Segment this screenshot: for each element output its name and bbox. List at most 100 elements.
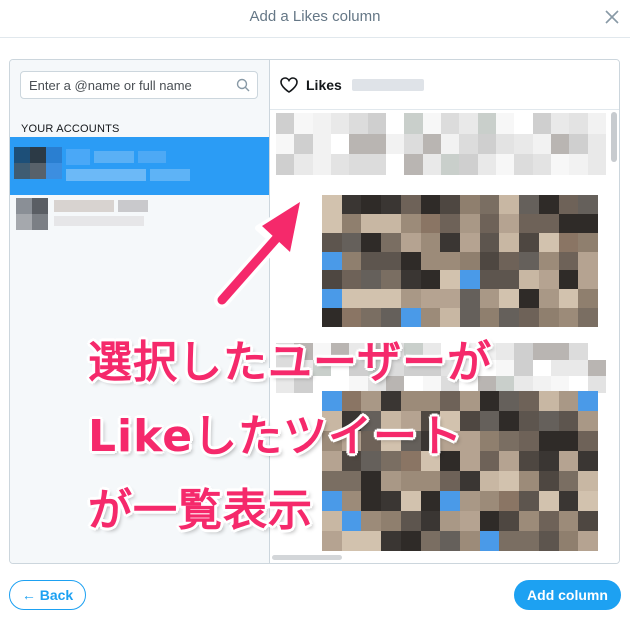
annotation-line-2: Likeしたツイート (88, 411, 464, 462)
blur-pixel (558, 451, 579, 471)
blur-pixel (459, 491, 480, 511)
blur-pixel (400, 471, 421, 491)
blur-pixel (276, 133, 295, 155)
vertical-scrollbar[interactable] (611, 112, 617, 162)
blur-pixel (538, 232, 559, 252)
blur-pixel (440, 471, 460, 491)
blur-pixel (420, 511, 441, 531)
account-item[interactable] (10, 196, 269, 230)
blur-pixel (459, 113, 478, 134)
blur-pixel (551, 359, 570, 377)
blur-pixel (479, 213, 500, 233)
blur-pixel (322, 308, 342, 327)
blur-pixel (381, 213, 401, 233)
blur-pixel (459, 195, 480, 214)
blur-pixel (312, 133, 331, 155)
blur-pixel (322, 195, 342, 214)
blur-pixel (499, 251, 520, 271)
blur-pixel (538, 431, 559, 451)
blur-pixel (386, 133, 405, 155)
blur-pixel (479, 471, 500, 491)
blur-pixel (538, 251, 559, 271)
blur-pixel (479, 411, 500, 431)
blur-pixel (341, 232, 362, 252)
blur-pixel (479, 232, 500, 252)
blur-pixel (578, 251, 598, 271)
blur-pixel (294, 113, 313, 134)
blur-pixel (331, 113, 350, 134)
blur-pixel (440, 289, 460, 309)
blur-pixel (558, 232, 579, 252)
annotation-line-3: が一覧表示 (88, 485, 313, 536)
blur-pixel (499, 289, 520, 309)
blur-pixel (381, 270, 401, 290)
blur-pixel (499, 391, 520, 411)
blur-pixel (578, 213, 598, 233)
blur-pixel (558, 213, 579, 233)
blur-pixel (331, 154, 350, 175)
blur-pixel (578, 232, 598, 252)
blur-pixel (519, 491, 539, 511)
search-box[interactable] (20, 71, 258, 99)
blur-pixel (459, 308, 480, 327)
back-button[interactable]: ← Back (9, 580, 86, 610)
blur-pixel (322, 213, 342, 233)
blur-pixel (578, 391, 598, 411)
blur-pixel (440, 213, 460, 233)
blur-pixel (420, 308, 441, 327)
search-input[interactable] (29, 72, 229, 98)
blur-pixel (381, 511, 401, 531)
blur-pixel (341, 270, 362, 290)
blur-pixel (532, 154, 551, 175)
blur-pixel (479, 270, 500, 290)
blur-pixel (331, 133, 350, 155)
blur-pixel (499, 213, 520, 233)
blur-pixel (441, 154, 460, 175)
blur-pixel (519, 213, 539, 233)
blur-pixel (322, 491, 342, 511)
blur-pixel (587, 113, 606, 134)
blur-pixel (532, 359, 551, 377)
blur-pixel (312, 113, 331, 134)
blur-pixel (496, 133, 515, 155)
modal-title: Add a Likes column (249, 8, 381, 25)
blur-pixel (479, 289, 500, 309)
blur-pixel (514, 343, 533, 360)
blur-pixel (367, 133, 386, 155)
blur-pixel (400, 289, 421, 309)
blur-pixel (294, 133, 313, 155)
tweet-blurred (276, 113, 606, 175)
blur-pixel (477, 133, 496, 155)
blur-pixel (420, 270, 441, 290)
close-icon[interactable] (602, 7, 622, 27)
blur-pixel (422, 113, 441, 134)
blur-pixel (479, 511, 500, 531)
blur-pixel (361, 511, 382, 531)
blur-pixel (422, 133, 441, 155)
blur-pixel (558, 511, 579, 531)
blur-pixel (519, 289, 539, 309)
account-item-selected[interactable] (10, 137, 269, 195)
blur-pixel (587, 133, 606, 155)
search-icon[interactable] (236, 78, 250, 92)
blur-pixel (349, 133, 368, 155)
column-title: Likes (306, 77, 342, 93)
blur-pixel (538, 491, 559, 511)
blur-pixel (519, 251, 539, 271)
heart-icon (280, 77, 298, 93)
blur-pixel (420, 213, 441, 233)
blur-pixel (400, 270, 421, 290)
blur-pixel (341, 308, 362, 327)
blur-pixel (578, 195, 598, 214)
blur-pixel (361, 251, 382, 271)
blur-pixel (578, 431, 598, 451)
blur-pixel (479, 531, 500, 551)
blur-pixel (400, 308, 421, 327)
add-column-button[interactable]: Add column (514, 580, 621, 610)
blur-pixel (499, 451, 520, 471)
horizontal-scrollbar[interactable] (272, 555, 342, 560)
blur-pixel (578, 471, 598, 491)
blur-pixel (440, 491, 460, 511)
blur-pixel (404, 113, 423, 134)
blur-pixel (459, 471, 480, 491)
